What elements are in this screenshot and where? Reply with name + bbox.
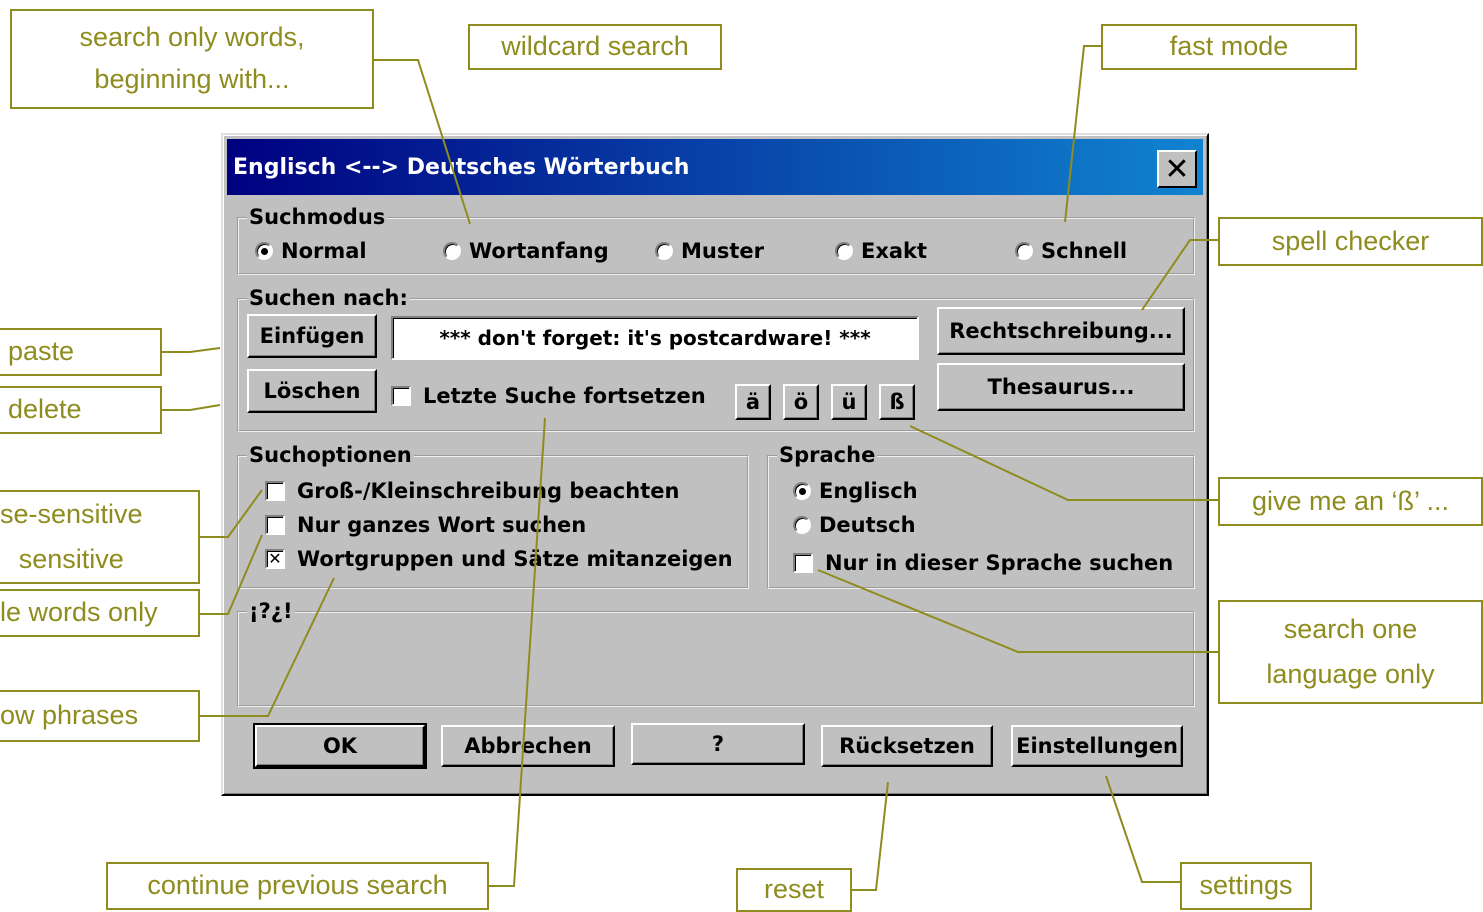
dictionary-dialog: Englisch <--> Deutsches Wörterbuch ✕ Suc… — [221, 133, 1209, 796]
radio-off-icon — [793, 516, 811, 534]
leader-paste — [162, 347, 221, 353]
cancel-button[interactable]: Abbrechen — [441, 725, 615, 767]
callout-case-sensitive: se-sensitive sensitive — [0, 490, 200, 584]
radio-label: Exakt — [861, 239, 928, 263]
result-label: ¡?¿! — [247, 599, 295, 623]
checkbox-box — [793, 553, 813, 573]
radio-on-icon — [255, 242, 273, 260]
checkbox-box — [265, 515, 285, 535]
dialog-title: Englisch <--> Deutsches Wörterbuch — [233, 154, 690, 180]
radio-muster[interactable]: Muster — [655, 239, 764, 263]
callout-continue-search: continue previous search — [106, 862, 489, 910]
show-phrases-checkbox[interactable]: ✕ Wortgruppen und Sätze mitanzeigen — [265, 547, 733, 571]
leader-delete — [162, 404, 221, 411]
callout-one-language: search one language only — [1218, 600, 1483, 704]
checkbox-box — [391, 386, 411, 406]
callout-spell-checker: spell checker — [1218, 217, 1483, 266]
checked-icon: ✕ — [265, 549, 285, 569]
radio-wortanfang[interactable]: Wortanfang — [443, 239, 609, 263]
whole-word-checkbox[interactable]: Nur ganzes Wort suchen — [265, 513, 586, 537]
settings-button[interactable]: Einstellungen — [1011, 725, 1183, 767]
delete-button[interactable]: Löschen — [247, 369, 377, 413]
reset-button[interactable]: Rücksetzen — [821, 725, 993, 767]
only-language-label: Nur in dieser Sprache suchen — [825, 551, 1174, 575]
paste-button[interactable]: Einfügen — [247, 314, 377, 358]
leader-reset — [852, 781, 889, 891]
close-icon: ✕ — [1164, 151, 1190, 187]
callout-whole-words: le words only — [0, 589, 200, 637]
radio-off-icon — [835, 242, 853, 260]
radio-deutsch[interactable]: Deutsch — [793, 513, 916, 537]
ok-button[interactable]: OK — [253, 723, 427, 769]
umlaut-o-button[interactable]: ö — [783, 384, 819, 420]
whole-word-label: Nur ganzes Wort suchen — [297, 513, 587, 537]
radio-normal[interactable]: Normal — [255, 239, 367, 263]
case-sensitive-checkbox[interactable]: Groß-/Kleinschreibung beachten — [265, 479, 679, 503]
thesaurus-button[interactable]: Thesaurus... — [937, 363, 1185, 411]
search-input[interactable]: *** don't forget: it's postcardware! *** — [391, 316, 919, 360]
checkbox-box — [265, 481, 285, 501]
radio-label: Normal — [281, 239, 367, 263]
suchen-label: Suchen nach: — [247, 286, 410, 310]
radio-on-icon — [793, 482, 811, 500]
callout-delete: delete — [0, 386, 162, 434]
sprache-group: Sprache Englisch Deutsch Nur in dieser S… — [767, 443, 1195, 589]
radio-off-icon — [443, 242, 461, 260]
suchoptionen-label: Suchoptionen — [247, 443, 414, 467]
title-bar: Englisch <--> Deutsches Wörterbuch ✕ — [227, 139, 1203, 195]
radio-off-icon — [1015, 242, 1033, 260]
callout-settings: settings — [1180, 862, 1312, 910]
suchoptionen-group: Suchoptionen Groß-/Kleinschreibung beach… — [237, 443, 749, 589]
result-group: ¡?¿! — [237, 599, 1195, 707]
callout-search-beginning: search only words, beginning with... — [10, 9, 374, 109]
radio-englisch[interactable]: Englisch — [793, 479, 918, 503]
suchmodus-label: Suchmodus — [247, 205, 388, 229]
only-language-checkbox[interactable]: Nur in dieser Sprache suchen — [793, 551, 1173, 575]
suchmodus-group: Suchmodus Normal Wortanfang Muster Exakt… — [237, 205, 1195, 275]
radio-label: Muster — [681, 239, 764, 263]
radio-label: Schnell — [1041, 239, 1128, 263]
callout-give-sz: give me an ‘ß’ ... — [1218, 477, 1483, 526]
radio-label: Englisch — [819, 479, 918, 503]
callout-wildcard: wildcard search — [468, 24, 722, 70]
continue-search-checkbox[interactable]: Letzte Suche fortsetzen — [391, 384, 706, 408]
radio-schnell[interactable]: Schnell — [1015, 239, 1127, 263]
close-button[interactable]: ✕ — [1157, 150, 1197, 188]
show-phrases-label: Wortgruppen und Sätze mitanzeigen — [297, 547, 733, 571]
callout-paste: paste — [0, 328, 162, 376]
spell-check-button[interactable]: Rechtschreibung... — [937, 307, 1185, 355]
case-sensitive-label: Groß-/Kleinschreibung beachten — [297, 479, 680, 503]
radio-off-icon — [655, 242, 673, 260]
umlaut-u-button[interactable]: ü — [831, 384, 867, 420]
eszett-button[interactable]: ß — [879, 384, 915, 420]
callout-fast-mode: fast mode — [1101, 24, 1357, 70]
radio-label: Wortanfang — [469, 239, 609, 263]
continue-search-label: Letzte Suche fortsetzen — [423, 384, 706, 408]
sprache-label: Sprache — [777, 443, 878, 467]
umlaut-a-button[interactable]: ä — [735, 384, 771, 420]
radio-exakt[interactable]: Exakt — [835, 239, 927, 263]
callout-reset: reset — [736, 868, 852, 912]
callout-show-phrases: ow phrases — [0, 690, 200, 742]
radio-label: Deutsch — [819, 513, 916, 537]
help-button[interactable]: ? — [631, 723, 805, 765]
